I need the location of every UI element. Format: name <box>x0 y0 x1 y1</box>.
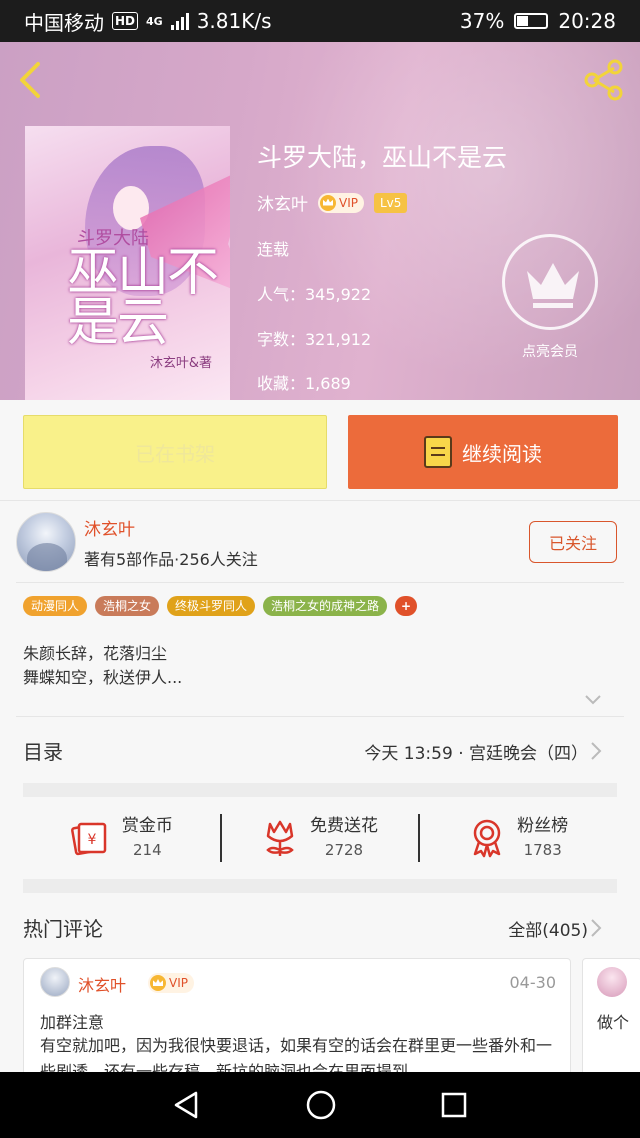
vip-crown-icon <box>150 975 166 991</box>
toc-label[interactable]: 目录 <box>23 736 63 765</box>
reward-coins-button[interactable]: ¥ 赏金币 214 <box>23 814 220 862</box>
hd-icon: HD <box>112 12 139 30</box>
book-icon <box>424 436 452 468</box>
tag-list: 动漫同人 浩桐之女 终极斗罗同人 浩桐之女的成神之路 + <box>23 596 418 616</box>
status-bar: 中国移动 HD 4G 3.81K/s 37% 20:28 <box>0 0 640 42</box>
chevron-down-icon[interactable] <box>584 694 602 706</box>
section-band <box>23 879 617 893</box>
vip-crown-icon <box>320 194 336 211</box>
network-speed: 3.81K/s <box>196 9 272 33</box>
add-tag-button[interactable]: + <box>395 596 418 616</box>
section-band <box>23 783 617 797</box>
hot-comments-label: 热门评论 <box>23 917 103 941</box>
book-title: 斗罗大陆，巫山不是云 <box>257 143 508 172</box>
svg-text:¥: ¥ <box>87 832 96 848</box>
chevron-right-icon[interactable] <box>590 918 602 938</box>
free-flowers-button[interactable]: 免费送花 2728 <box>222 814 419 862</box>
tag-item[interactable]: 浩桐之女 <box>95 596 160 616</box>
battery-percent: 37% <box>459 9 505 33</box>
author-name[interactable]: 沐玄叶 <box>84 515 135 540</box>
cover-title: 巫山不是云 <box>67 243 219 353</box>
medal-icon <box>473 819 501 858</box>
nav-home-icon[interactable] <box>305 1089 337 1121</box>
book-word-count: 字数：321,912 <box>257 330 372 349</box>
comment-title: 加群注意 <box>40 1013 105 1032</box>
book-author-row: 沐玄叶 VIP Lv5 <box>257 190 408 215</box>
tag-item[interactable]: 浩桐之女的成神之路 <box>263 596 388 616</box>
book-cover[interactable]: 斗罗大陆 巫山不是云 沐玄叶&著 <box>25 126 230 400</box>
commenter-name[interactable]: 沐玄叶 <box>78 972 126 996</box>
book-header: 斗罗大陆 巫山不是云 沐玄叶&著 斗罗大陆，巫山不是云 沐玄叶 VIP Lv5 … <box>0 42 640 400</box>
network-label: 4G <box>146 14 163 28</box>
stat-value: 2728 <box>324 841 364 859</box>
latest-chapter[interactable]: 今天 13:59 · 宫廷晚会（四） <box>364 739 588 764</box>
share-icon[interactable] <box>582 58 626 102</box>
stat-label: 赏金币 <box>121 816 173 836</box>
vip-badge: VIP <box>318 192 364 213</box>
carrier-label: 中国移动 <box>24 10 104 35</box>
clock: 20:28 <box>558 9 616 33</box>
divider <box>0 500 640 501</box>
divider <box>16 716 624 717</box>
book-intro[interactable]: 朱颜长辞，花落归尘 舞蝶知空，秋送伊人... <box>23 642 182 690</box>
flower-icon <box>266 820 294 856</box>
signal-icon <box>170 12 189 30</box>
book-detail-page: 中国移动 HD 4G 3.81K/s 37% 20:28 斗罗大陆 巫山不是云 … <box>0 0 640 1138</box>
crown-icon <box>527 263 579 308</box>
nav-back-icon[interactable] <box>172 1090 202 1120</box>
commenter-avatar <box>597 967 627 997</box>
in-bookshelf-button[interactable]: 已在书架 <box>23 415 327 489</box>
stat-label: 粉丝榜 <box>517 816 569 836</box>
continue-reading-button[interactable]: 继续阅读 <box>348 415 618 489</box>
all-comments-link[interactable]: 全部(405) <box>508 916 588 941</box>
comment-card[interactable]: 沐玄叶 VIP 04-30 加群注意 有空就加吧，因为我很快要退话，如果有空的话… <box>23 958 571 1088</box>
divider <box>16 582 624 583</box>
followed-button[interactable]: 已关注 <box>529 521 617 563</box>
cover-author: 沐玄叶&著 <box>149 356 212 371</box>
comment-preview: 做个 <box>597 1013 630 1032</box>
level-badge: Lv5 <box>373 192 408 213</box>
book-status: 连载 <box>257 240 290 259</box>
book-popularity: 人气：345,922 <box>257 285 372 304</box>
red-envelope-icon: ¥ <box>70 822 107 856</box>
battery-icon <box>514 13 549 29</box>
support-stats: ¥ 赏金币 214 免费送花 2728 粉丝榜 1783 <box>23 798 617 878</box>
chevron-right-icon[interactable] <box>590 741 602 761</box>
comment-card[interactable]: 做个 <box>582 958 640 1088</box>
book-favorites: 收藏：1,689 <box>257 374 351 393</box>
nav-recents-icon[interactable] <box>440 1091 468 1119</box>
stat-label: 免费送花 <box>310 816 378 836</box>
tag-item[interactable]: 终极斗罗同人 <box>167 596 256 616</box>
back-arrow-icon[interactable] <box>14 60 46 100</box>
tag-item[interactable]: 动漫同人 <box>23 596 88 616</box>
commenter-avatar[interactable] <box>40 967 70 997</box>
book-author[interactable]: 沐玄叶 <box>257 190 308 215</box>
system-nav-bar <box>0 1072 640 1138</box>
member-crown-button[interactable] <box>502 234 598 330</box>
intro-line: 朱颜长辞，花落归尘 <box>23 644 168 663</box>
stat-value: 1783 <box>523 841 562 859</box>
intro-line: 舞蝶知空，秋送伊人... <box>23 668 183 687</box>
author-avatar[interactable] <box>16 512 76 572</box>
vip-badge: VIP <box>148 973 194 993</box>
continue-reading-label: 继续阅读 <box>462 441 542 466</box>
member-label[interactable]: 点亮会员 <box>505 341 595 361</box>
stat-value: 214 <box>133 841 162 859</box>
fan-ranking-button[interactable]: 粉丝榜 1783 <box>420 814 617 862</box>
author-stats: 著有5部作品·256人关注 <box>84 550 258 569</box>
comment-date: 04-30 <box>509 973 557 992</box>
